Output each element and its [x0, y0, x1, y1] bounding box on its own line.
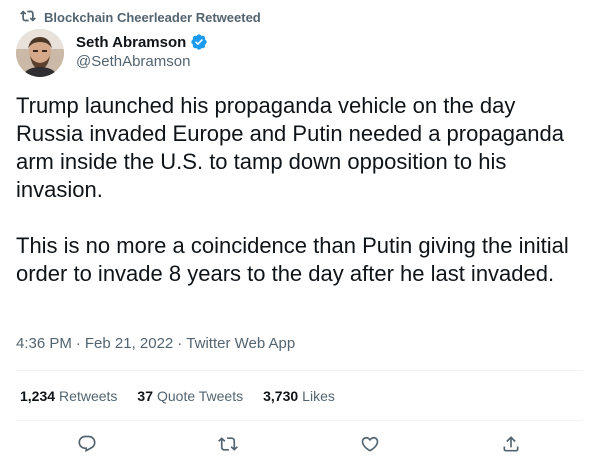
likes-count: 3,730 — [263, 388, 299, 404]
tweet-meta: 4:36 PM · Feb 21, 2022 · Twitter Web App — [16, 333, 295, 353]
retweets-count: 1,234 — [20, 388, 56, 404]
share-button[interactable] — [494, 429, 528, 463]
retweet-icon — [20, 8, 36, 27]
like-button[interactable] — [353, 429, 387, 463]
retweet-button[interactable] — [211, 429, 245, 463]
avatar[interactable] — [16, 29, 64, 77]
share-icon — [501, 434, 521, 459]
tweet-time[interactable]: 4:36 PM — [16, 335, 72, 352]
tweet-source[interactable]: Twitter Web App — [186, 335, 295, 352]
retweet-context[interactable]: Blockchain Cheerleader Retweeted — [20, 8, 261, 26]
tweet-paragraph: Trump launched his propaganda vehicle on… — [16, 93, 564, 202]
retweet-context-label: Blockchain Cheerleader Retweeted — [44, 9, 261, 25]
likes-stat[interactable]: 3,730 Likes — [263, 388, 335, 404]
retweets-label: Retweets — [59, 388, 118, 404]
tweet-author[interactable]: Seth Abramson @SethAbramson — [76, 32, 208, 72]
quote-tweets-label: Quote Tweets — [156, 388, 244, 404]
author-display-name[interactable]: Seth Abramson — [76, 34, 186, 51]
retweets-stat[interactable]: 1,234 Retweets — [20, 388, 117, 404]
author-handle[interactable]: @SethAbramson — [76, 52, 208, 72]
meta-separator: · — [177, 334, 183, 352]
quote-tweets-count: 37 — [137, 388, 153, 404]
tweet-paragraph: This is no more a coincidence than Putin… — [16, 233, 569, 286]
tweet-date[interactable]: Feb 21, 2022 — [85, 335, 173, 352]
divider — [16, 370, 582, 371]
tweet-stats: 1,234 Retweets 37 Quote Tweets 3,730 Lik… — [20, 386, 335, 406]
reply-button[interactable] — [70, 429, 104, 463]
tweet-text: Trump launched his propaganda vehicle on… — [16, 92, 586, 288]
meta-separator: · — [75, 334, 81, 352]
heart-icon — [360, 434, 380, 459]
divider — [16, 420, 582, 421]
verified-badge-icon — [190, 33, 208, 51]
reply-icon — [77, 434, 97, 459]
retweet-icon — [218, 434, 239, 459]
quote-tweets-stat[interactable]: 37 Quote Tweets — [137, 388, 243, 404]
likes-label: Likes — [302, 388, 335, 404]
tweet-actions — [16, 430, 582, 462]
